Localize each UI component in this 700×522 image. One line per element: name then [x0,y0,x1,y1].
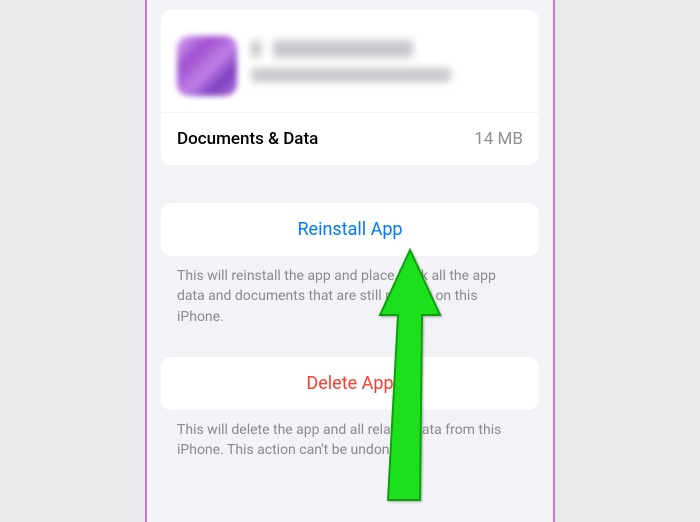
delete-description: This will delete the app and all related… [161,410,539,461]
redacted-text [273,40,413,58]
phone-frame: Documents & Data 14 MB Reinstall App Thi… [145,0,555,522]
documents-data-row[interactable]: Documents & Data 14 MB [161,112,539,165]
documents-data-value: 14 MB [474,129,523,149]
redacted-text [251,40,261,58]
redacted-text [251,68,451,82]
reinstall-app-button[interactable]: Reinstall App [161,203,539,256]
delete-app-button[interactable]: Delete App [161,357,539,410]
app-info-card[interactable] [161,20,539,112]
documents-data-label: Documents & Data [177,129,318,149]
app-info-section: Documents & Data 14 MB [161,10,539,165]
app-icon [177,36,237,96]
content: Documents & Data 14 MB Reinstall App Thi… [147,10,553,460]
delete-app-label: Delete App [306,373,393,394]
app-text [251,40,523,92]
reinstall-description: This will reinstall the app and place ba… [161,256,539,327]
reinstall-app-label: Reinstall App [297,219,402,240]
